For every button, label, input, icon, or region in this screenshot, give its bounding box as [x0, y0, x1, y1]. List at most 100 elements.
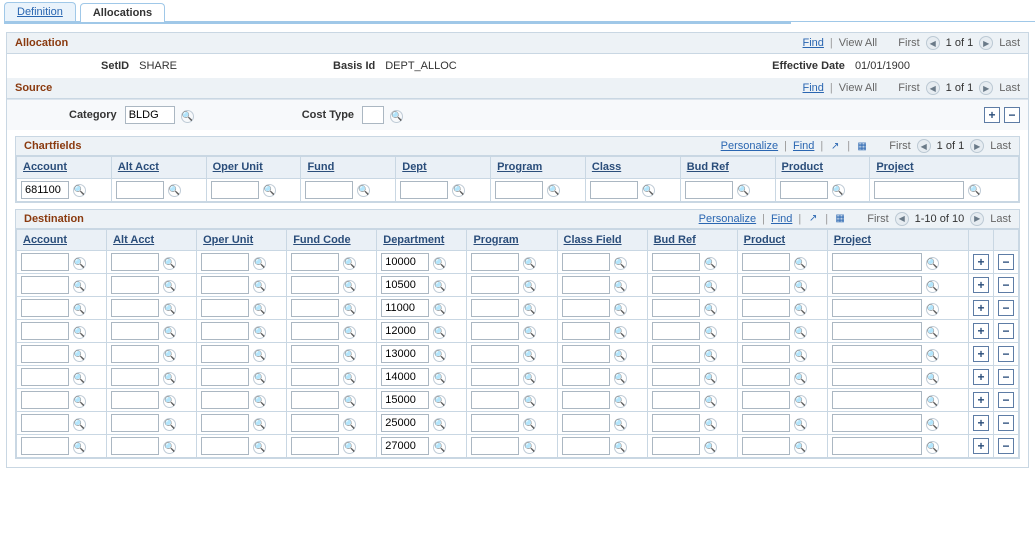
dest-class-input[interactable]	[562, 322, 610, 340]
nav-next-icon[interactable]: ▶	[970, 212, 984, 226]
dest-fund-lookup-icon[interactable]	[343, 395, 356, 408]
cf-bud-ref-lookup-icon[interactable]	[737, 184, 750, 197]
dest-product-input[interactable]	[742, 299, 790, 317]
dest-project-lookup-icon[interactable]	[926, 441, 939, 454]
column-header[interactable]: Alt Acct	[107, 229, 197, 251]
dest-account-lookup-icon[interactable]	[73, 418, 86, 431]
dest-alt-acct-lookup-icon[interactable]	[163, 441, 176, 454]
source-del-row-button[interactable]: −	[1004, 107, 1020, 123]
dest-bud-ref-input[interactable]	[652, 299, 700, 317]
dest-alt-acct-input[interactable]	[111, 253, 159, 271]
dest-product-lookup-icon[interactable]	[794, 441, 807, 454]
add-row-button[interactable]: +	[973, 346, 989, 362]
dest-bud-ref-input[interactable]	[652, 276, 700, 294]
cf-last[interactable]: Last	[990, 140, 1011, 152]
dest-dept-input[interactable]	[381, 414, 429, 432]
dest-class-lookup-icon[interactable]	[614, 349, 627, 362]
cf-find-link[interactable]: Find	[793, 140, 814, 152]
dest-bud-ref-input[interactable]	[652, 414, 700, 432]
dest-alt-acct-lookup-icon[interactable]	[163, 372, 176, 385]
dest-alt-acct-input[interactable]	[111, 368, 159, 386]
dest-account-lookup-icon[interactable]	[73, 349, 86, 362]
add-row-button[interactable]: +	[973, 392, 989, 408]
dest-product-lookup-icon[interactable]	[794, 326, 807, 339]
dest-program-lookup-icon[interactable]	[523, 280, 536, 293]
del-row-button[interactable]: −	[998, 323, 1014, 339]
dest-bud-ref-input[interactable]	[652, 391, 700, 409]
dest-fund-lookup-icon[interactable]	[343, 372, 356, 385]
dest-bud-ref-input[interactable]	[652, 322, 700, 340]
dest-class-lookup-icon[interactable]	[614, 303, 627, 316]
allocation-viewall-link[interactable]: View All	[839, 37, 877, 49]
dest-class-input[interactable]	[562, 437, 610, 455]
dest-program-input[interactable]	[471, 391, 519, 409]
add-row-button[interactable]: +	[973, 415, 989, 431]
dest-class-lookup-icon[interactable]	[614, 326, 627, 339]
cf-alt-acct-input[interactable]	[116, 181, 164, 199]
dest-account-lookup-icon[interactable]	[73, 441, 86, 454]
costtype-lookup-icon[interactable]	[390, 110, 403, 123]
dest-fund-input[interactable]	[291, 253, 339, 271]
dest-fund-input[interactable]	[291, 368, 339, 386]
add-row-button[interactable]: +	[973, 300, 989, 316]
dest-account-input[interactable]	[21, 276, 69, 294]
dest-alt-acct-input[interactable]	[111, 391, 159, 409]
dest-class-input[interactable]	[562, 299, 610, 317]
dest-project-input[interactable]	[832, 299, 922, 317]
dest-alt-acct-input[interactable]	[111, 414, 159, 432]
dest-dept-input[interactable]	[381, 368, 429, 386]
dest-project-input[interactable]	[832, 391, 922, 409]
dest-oper-unit-input[interactable]	[201, 391, 249, 409]
del-row-button[interactable]: −	[998, 369, 1014, 385]
dest-product-lookup-icon[interactable]	[794, 372, 807, 385]
dest-find-link[interactable]: Find	[771, 213, 792, 225]
category-lookup-icon[interactable]	[181, 110, 194, 123]
dest-account-input[interactable]	[21, 437, 69, 455]
dest-program-lookup-icon[interactable]	[523, 303, 536, 316]
dest-dept-lookup-icon[interactable]	[433, 349, 446, 362]
dest-program-lookup-icon[interactable]	[523, 441, 536, 454]
dest-program-input[interactable]	[471, 345, 519, 363]
cf-product-input[interactable]	[780, 181, 828, 199]
dest-product-lookup-icon[interactable]	[794, 303, 807, 316]
dest-product-input[interactable]	[742, 345, 790, 363]
del-row-button[interactable]: −	[998, 346, 1014, 362]
dest-bud-ref-input[interactable]	[652, 437, 700, 455]
dest-fund-input[interactable]	[291, 414, 339, 432]
add-row-button[interactable]: +	[973, 369, 989, 385]
category-input[interactable]	[125, 106, 175, 124]
dest-product-input[interactable]	[742, 368, 790, 386]
dest-first[interactable]: First	[867, 213, 888, 225]
dest-bud-ref-input[interactable]	[652, 345, 700, 363]
dest-bud-ref-input[interactable]	[652, 253, 700, 271]
nav-prev-icon[interactable]: ◀	[926, 36, 940, 50]
dest-dept-lookup-icon[interactable]	[433, 418, 446, 431]
dest-oper-unit-input[interactable]	[201, 414, 249, 432]
dest-alt-acct-lookup-icon[interactable]	[163, 326, 176, 339]
dest-program-input[interactable]	[471, 368, 519, 386]
dest-last[interactable]: Last	[990, 213, 1011, 225]
dest-personalize-link[interactable]: Personalize	[699, 213, 756, 225]
dest-class-input[interactable]	[562, 276, 610, 294]
cf-fund-lookup-icon[interactable]	[357, 184, 370, 197]
dest-fund-lookup-icon[interactable]	[343, 349, 356, 362]
nav-prev-icon[interactable]: ◀	[895, 212, 909, 226]
column-header[interactable]: Account	[17, 229, 107, 251]
cf-fund-input[interactable]	[305, 181, 353, 199]
column-header[interactable]: Dept	[396, 157, 491, 179]
dest-class-input[interactable]	[562, 414, 610, 432]
cf-oper-unit-input[interactable]	[211, 181, 259, 199]
cf-product-lookup-icon[interactable]	[832, 184, 845, 197]
cf-dept-lookup-icon[interactable]	[452, 184, 465, 197]
dest-account-input[interactable]	[21, 299, 69, 317]
dest-oper-unit-input[interactable]	[201, 368, 249, 386]
column-header[interactable]: Program	[491, 157, 586, 179]
dest-oper-unit-input[interactable]	[201, 299, 249, 317]
dest-dept-lookup-icon[interactable]	[433, 326, 446, 339]
cf-project-input[interactable]	[874, 181, 964, 199]
nav-prev-icon[interactable]: ◀	[917, 139, 931, 153]
dest-bud-ref-input[interactable]	[652, 368, 700, 386]
cf-class-input[interactable]	[590, 181, 638, 199]
dest-oper-unit-lookup-icon[interactable]	[253, 418, 266, 431]
dest-project-input[interactable]	[832, 322, 922, 340]
